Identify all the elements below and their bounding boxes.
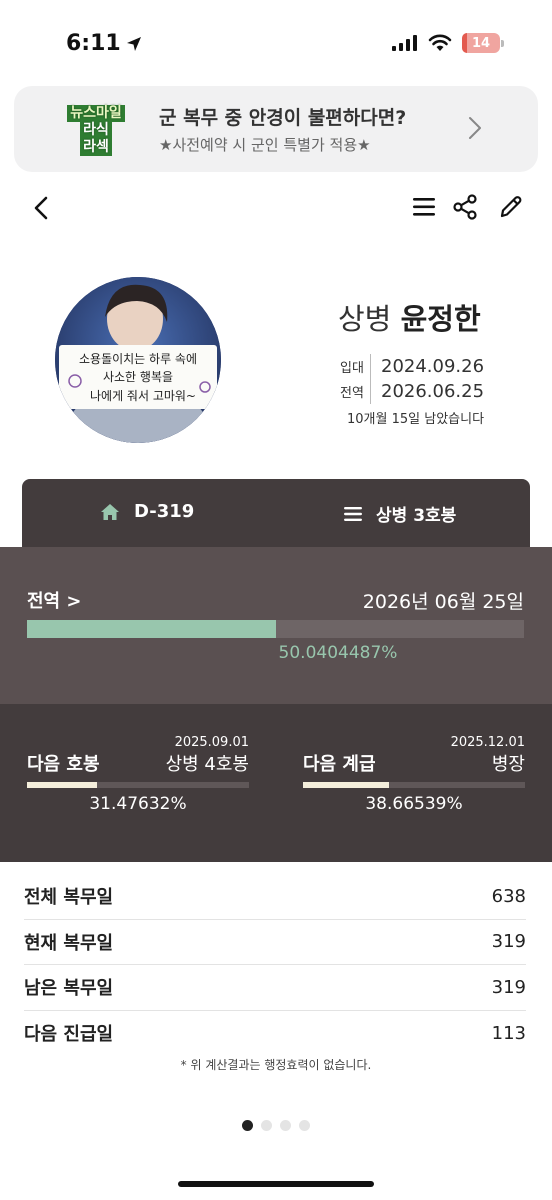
next-rank-card: 2025.12.01 다음 계급 병장 38.66539% [303, 704, 525, 862]
next-step-date: 2025.09.01 [174, 735, 249, 750]
avatar-photo: 소용돌이치는 하루 속에 사소한 행복을 나에게 줘서 고마워~ [55, 277, 221, 443]
grade-tab[interactable]: 상병 3호봉 [344, 501, 456, 526]
next-step-progress-fill [27, 782, 97, 788]
list-icon [344, 506, 362, 521]
discharge-full-date: 2026년 06월 25일 [362, 591, 524, 613]
home-indicator[interactable] [178, 1181, 374, 1187]
stat-row-next-promotion: 다음 진급일 113 [24, 1011, 526, 1057]
menu-icon[interactable] [412, 196, 436, 218]
rank-text: 상병 [338, 302, 392, 336]
status-time: 6:11 [66, 31, 143, 56]
stat-label: 현재 복무일 [24, 932, 114, 954]
enlist-row: 입대 2024.09.26 [340, 354, 484, 379]
next-step-percent: 31.47632% [89, 794, 187, 814]
next-rank-percent: 38.66539% [365, 794, 463, 814]
ad-logo-line-2: 라식 [80, 121, 112, 139]
stat-label: 전체 복무일 [24, 887, 114, 909]
ad-logo-line-1: 뉴스마일 [67, 104, 125, 122]
status-bar: 6:11 14 [0, 0, 552, 90]
next-step-title: 다음 호봉 [27, 754, 100, 775]
discharge-label-small: 전역 [340, 386, 364, 401]
wifi-icon [428, 34, 452, 51]
disclaimer-footnote: * 위 계산결과는 행정효력이 없습니다. [180, 1058, 372, 1072]
svg-text:나에게 줘서 고마워~: 나에게 줘서 고마워~ [90, 389, 196, 403]
stat-value: 113 [491, 1022, 526, 1044]
next-step-progress-track [27, 782, 249, 788]
battery-indicator: 14 [462, 33, 500, 53]
soldier-name: 윤정한 [400, 302, 481, 336]
next-step-value: 상병 4호봉 [165, 754, 249, 775]
service-stats: 전체 복무일 638 현재 복무일 319 남은 복무일 319 다음 진급일 … [24, 874, 526, 1056]
page-dot-4[interactable] [299, 1120, 310, 1131]
stat-row-remaining: 남은 복무일 319 [24, 965, 526, 1011]
discharge-progress-fill [27, 620, 276, 638]
location-arrow-icon [126, 36, 141, 51]
status-indicators: 14 [392, 33, 504, 53]
dday-tab[interactable]: D-319 [100, 501, 194, 522]
discharge-link[interactable]: 전역 > [27, 587, 81, 613]
home-icon [101, 503, 119, 520]
stat-value: 319 [491, 931, 526, 953]
ad-title: 군 복무 중 안경이 불편하다면? [159, 107, 407, 129]
grade-label: 상병 3호봉 [376, 506, 457, 526]
page-dot-2[interactable] [261, 1120, 272, 1131]
svg-text:소용돌이치는 하루 속에: 소용돌이치는 하루 속에 [79, 352, 197, 366]
next-rank-title: 다음 계급 [303, 754, 376, 775]
enlist-date: 2024.09.26 [370, 354, 484, 379]
status-time-text: 6:11 [66, 31, 121, 56]
summary-tab-bar: D-319 상병 3호봉 [22, 479, 530, 547]
battery-level-text: 14 [471, 35, 491, 51]
stat-value: 638 [491, 885, 526, 907]
next-rank-date: 2025.12.01 [450, 735, 525, 750]
edit-pencil-icon[interactable] [498, 194, 524, 220]
back-chevron-icon[interactable] [30, 196, 54, 220]
stat-row-current: 현재 복무일 319 [24, 920, 526, 965]
stat-label: 다음 진급일 [24, 1024, 114, 1046]
battery-cap [501, 39, 504, 47]
ad-logo-line-3: 라섹 [80, 138, 112, 156]
discharge-section: 전역 > 2026년 06월 25일 50.0404487% [0, 547, 552, 704]
profile-avatar[interactable]: 소용돌이치는 하루 속에 사소한 행복을 나에게 줘서 고마워~ [55, 277, 221, 443]
stat-value: 319 [491, 976, 526, 998]
next-rank-progress-track [303, 782, 525, 788]
dday-label: D-319 [134, 501, 195, 522]
page-indicator[interactable] [242, 1120, 310, 1131]
remaining-time: 10개월 15일 남았습니다 [347, 412, 485, 427]
next-rank-value: 병장 [491, 754, 525, 775]
discharge-percent: 50.0404487% [278, 643, 398, 663]
ad-logo: 뉴스마일 라식 라섹 [66, 102, 126, 158]
discharge-date-small: 2026.06.25 [370, 379, 484, 404]
cellular-signal-icon [392, 35, 417, 51]
enlist-label: 입대 [340, 361, 364, 376]
page-dot-1[interactable] [242, 1120, 253, 1131]
stat-row-total: 전체 복무일 638 [24, 874, 526, 920]
chevron-right-icon [469, 117, 481, 139]
discharge-progress-track [27, 620, 524, 638]
service-dates: 입대 2024.09.26 전역 2026.06.25 [340, 354, 484, 404]
discharge-row: 전역 2026.06.25 [340, 379, 484, 404]
ad-subtitle: ★사전예약 시 군인 특별가 적용★ [159, 136, 371, 154]
share-icon[interactable] [452, 194, 478, 220]
stat-label: 남은 복무일 [24, 978, 114, 1000]
next-rank-progress-fill [303, 782, 389, 788]
page-dot-3[interactable] [280, 1120, 291, 1131]
svg-text:사소한 행복을: 사소한 행복을 [103, 369, 173, 384]
ad-banner[interactable]: 뉴스마일 라식 라섹 군 복무 중 안경이 불편하다면? ★사전예약 시 군인 … [14, 86, 538, 172]
next-step-card: 2025.09.01 다음 호봉 상병 4호봉 31.47632% [27, 704, 249, 862]
next-promotion-section: 2025.09.01 다음 호봉 상병 4호봉 31.47632% 2025.1… [0, 704, 552, 862]
battery-fill [462, 33, 468, 53]
rank-name: 상병 윤정한 [338, 296, 481, 338]
